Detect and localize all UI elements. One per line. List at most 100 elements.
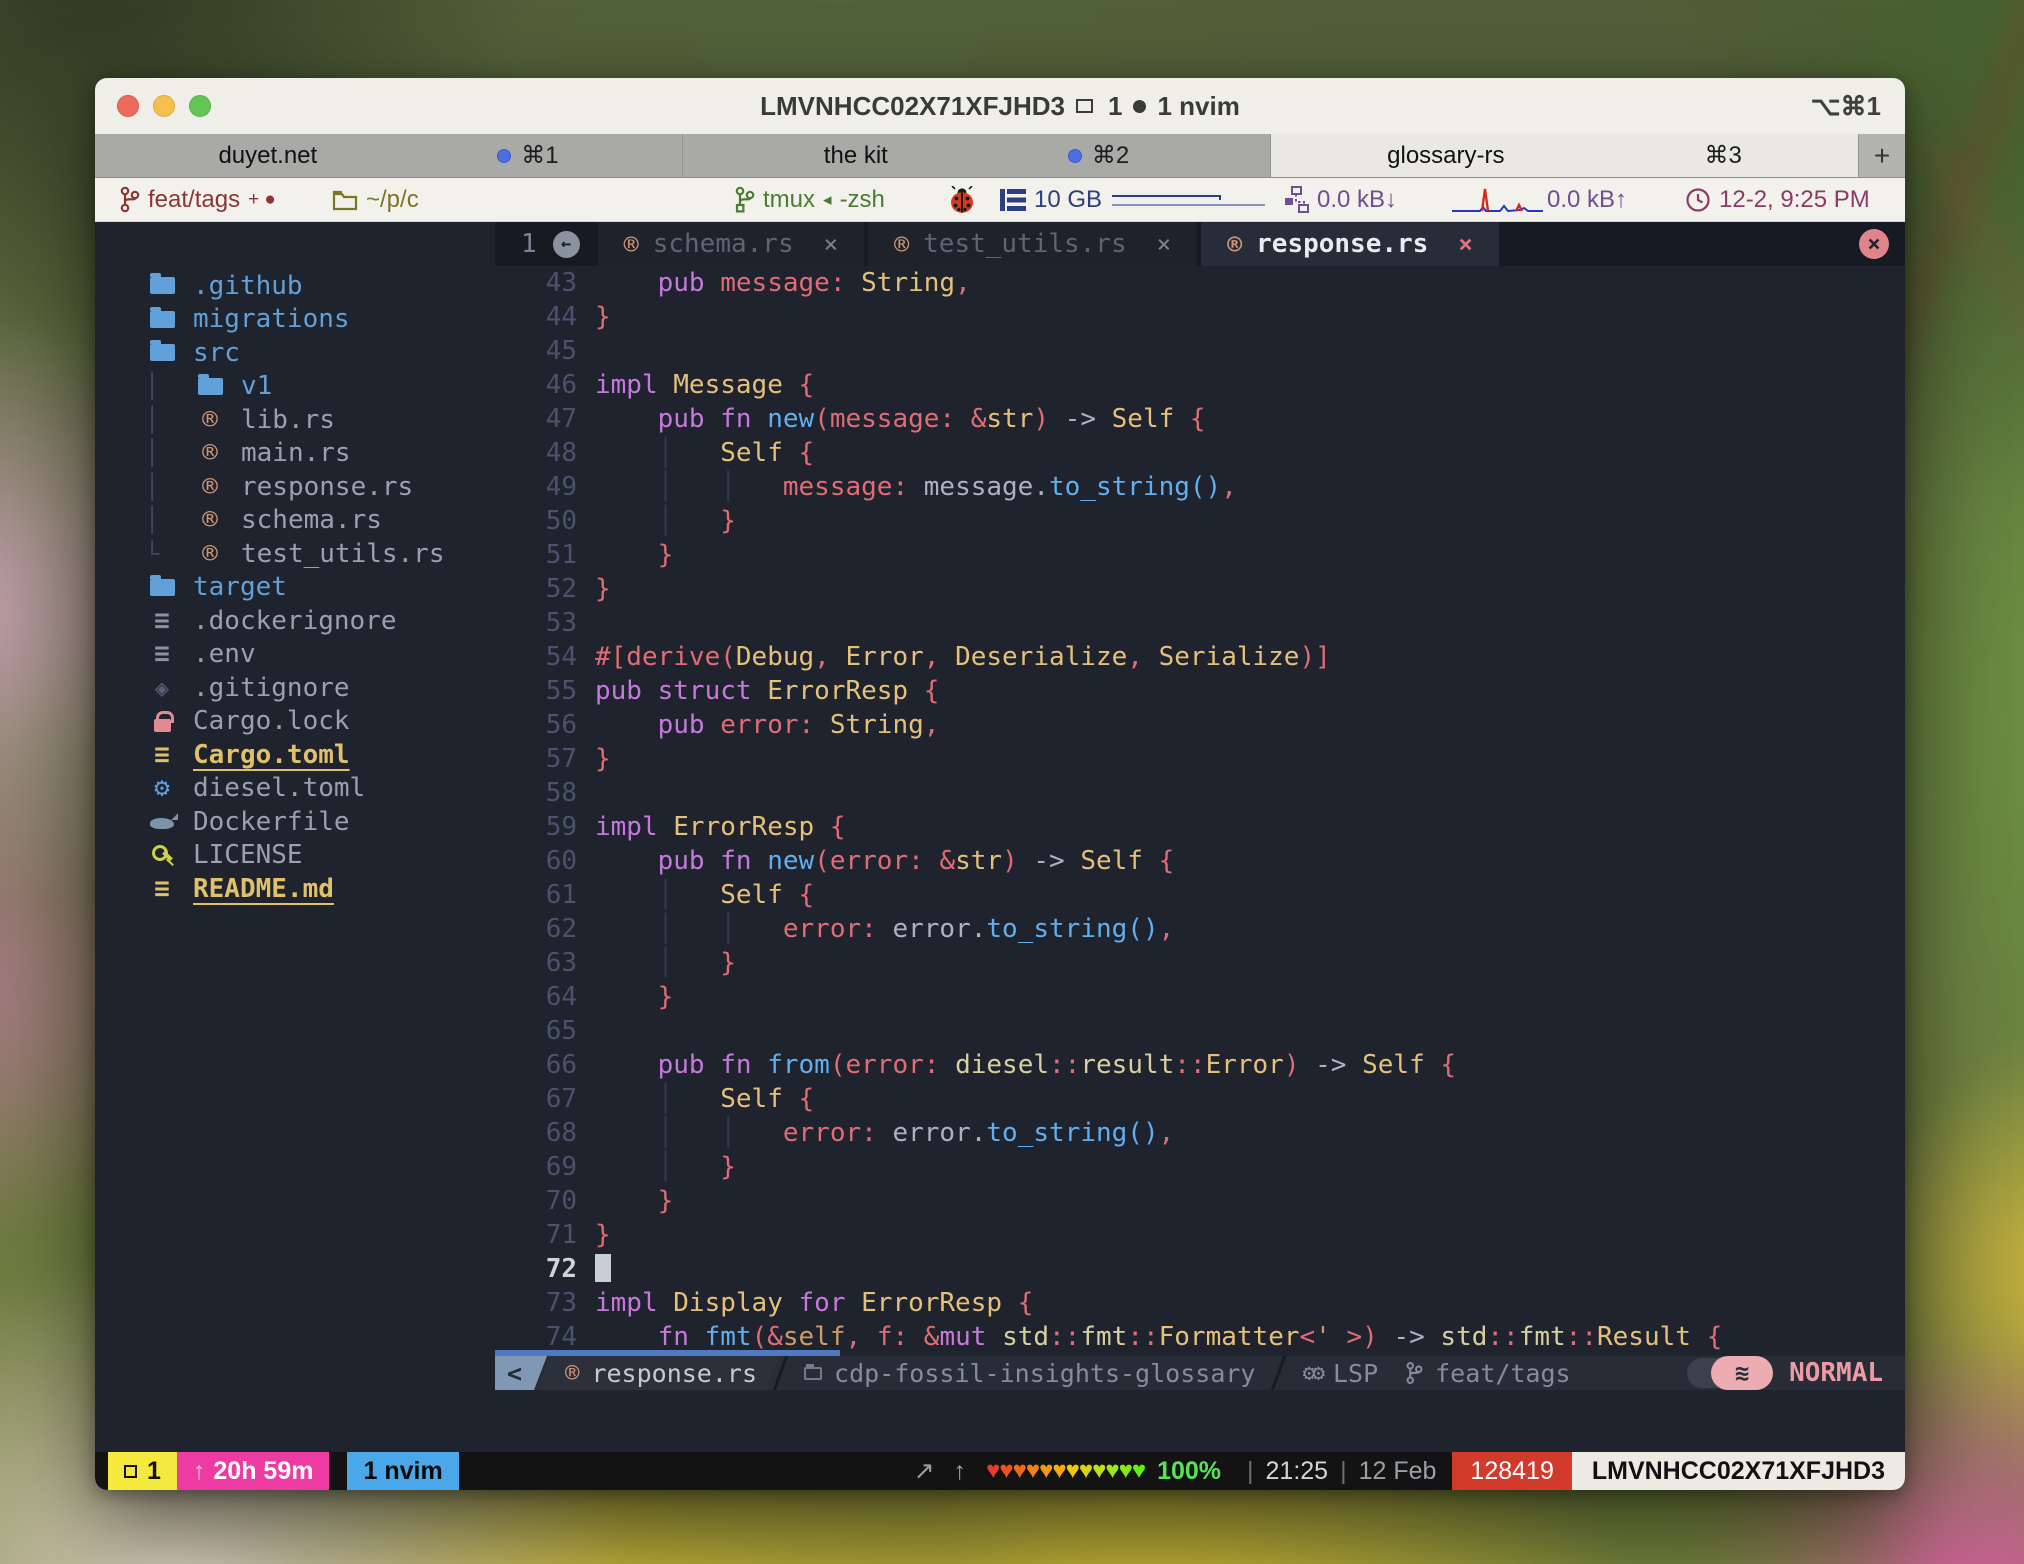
code-line-45[interactable]: 45: [495, 334, 1905, 368]
code-line-47[interactable]: 47 pub fn new(message: &str) -> Self {: [495, 402, 1905, 436]
session-item[interactable]: tmux ◂ -zsh: [735, 178, 885, 221]
git-branch-icon: [1406, 1361, 1423, 1385]
tree-item-label: .gitignore: [193, 673, 350, 703]
buffer-tab-schema[interactable]: ® schema.rs ×: [598, 222, 864, 266]
line-number: 69: [495, 1150, 595, 1184]
tree-item-src[interactable]: src: [95, 336, 495, 370]
memory-item[interactable]: 10 GB: [1000, 178, 1270, 221]
code-line-59[interactable]: 59impl ErrorResp {: [495, 810, 1905, 844]
tree-item-test-utils-rs[interactable]: └®test_utils.rs: [95, 537, 495, 571]
code-line-51[interactable]: 51 }: [495, 538, 1905, 572]
line-number: 44: [495, 300, 595, 334]
code-line-49[interactable]: 49 │ │ message: message.to_string(),: [495, 470, 1905, 504]
tree-item-response-rs[interactable]: │®response.rs: [95, 470, 495, 504]
line-number: 61: [495, 878, 595, 912]
code-line-68[interactable]: 68 │ │ error: error.to_string(),: [495, 1116, 1905, 1150]
tab-duyet-net[interactable]: duyet.net ⌘1: [95, 134, 683, 177]
code-line-52[interactable]: 52}: [495, 572, 1905, 606]
code-line-56[interactable]: 56 pub error: String,: [495, 708, 1905, 742]
code-line-70[interactable]: 70 }: [495, 1184, 1905, 1218]
rust-file-icon: ®: [1227, 230, 1242, 259]
code-line-72[interactable]: 72: [495, 1252, 1905, 1286]
tab-label: duyet.net: [218, 142, 317, 170]
close-buffer-icon[interactable]: ×: [1157, 230, 1171, 258]
tmux-session-name[interactable]: 1 nvim: [347, 1452, 458, 1490]
code-line-61[interactable]: 61 │ Self {: [495, 878, 1905, 912]
tree-item-diesel-toml[interactable]: ⚙diesel.toml: [95, 772, 495, 806]
zoom-window-button[interactable]: [189, 95, 211, 117]
window-session-label: 1 nvim: [1157, 91, 1239, 122]
code-line-46[interactable]: 46impl Message {: [495, 368, 1905, 402]
code-text: pub fn new(message: &str) -> Self {: [595, 402, 1206, 436]
close-buffer-icon[interactable]: ×: [824, 230, 838, 258]
minimize-window-button[interactable]: [153, 95, 175, 117]
code-line-74[interactable]: 74 fn fmt(&self, f: &mut std::fmt::Forma…: [495, 1320, 1905, 1350]
code-line-43[interactable]: 43 pub message: String,: [495, 266, 1905, 300]
code-line-66[interactable]: 66 pub fn from(error: diesel::result::Er…: [495, 1048, 1905, 1082]
code-line-53[interactable]: 53: [495, 606, 1905, 640]
code-text: [595, 1252, 611, 1286]
code-line-50[interactable]: 50 │ }: [495, 504, 1905, 538]
tree-item-target[interactable]: target: [95, 571, 495, 605]
code-line-58[interactable]: 58: [495, 776, 1905, 810]
code-line-69[interactable]: 69 │ }: [495, 1150, 1905, 1184]
code-text: pub fn new(error: &str) -> Self {: [595, 844, 1174, 878]
buffer-tab-test-utils[interactable]: ® test_utils.rs ×: [868, 222, 1197, 266]
code-line-63[interactable]: 63 │ }: [495, 946, 1905, 980]
window-title: LMVNHCC02X71XFJHD3 1 1 nvim: [760, 91, 1240, 122]
tree-item-cargo-toml[interactable]: ≡Cargo.toml: [95, 738, 495, 772]
network-down-item[interactable]: 0.0 kB↓: [1285, 178, 1397, 221]
tree-item--gitignore[interactable]: ◈.gitignore: [95, 671, 495, 705]
clock-item[interactable]: 12-2, 9:25 PM: [1685, 178, 1870, 221]
new-tab-button[interactable]: +: [1859, 134, 1905, 177]
tree-item--github[interactable]: .github: [95, 269, 495, 303]
network-up-item[interactable]: 0.0 kB↑: [1547, 178, 1627, 221]
tab-the-kit[interactable]: the kit ⌘2: [683, 134, 1271, 177]
rust-icon: ®: [193, 539, 227, 569]
tmux-status-bar: 1 ↑ 20h 59m 1 nvim ↗ ↑ ♥♥♥♥♥♥♥♥♥♥♥♥ 100%…: [95, 1452, 1905, 1490]
close-buffer-icon[interactable]: ×: [1458, 230, 1472, 258]
lock-icon: [145, 711, 179, 732]
tree-item-readme-md[interactable]: ≡README.md: [95, 872, 495, 906]
close-all-button[interactable]: ×: [1859, 229, 1889, 259]
tree-item--dockerignore[interactable]: ≡.dockerignore: [95, 604, 495, 638]
tree-item-lib-rs[interactable]: │®lib.rs: [95, 403, 495, 437]
tree-item-schema-rs[interactable]: │®schema.rs: [95, 504, 495, 538]
code-line-67[interactable]: 67 │ Self {: [495, 1082, 1905, 1116]
window-count: 1: [521, 229, 537, 259]
cwd-item[interactable]: ~/p/c: [332, 178, 419, 221]
lines-icon: ≡: [145, 606, 179, 636]
buffer-tab-response[interactable]: ® response.rs ×: [1201, 222, 1499, 266]
window-pane-count: 1: [1108, 91, 1122, 122]
code-line-62[interactable]: 62 │ │ error: error.to_string(),: [495, 912, 1905, 946]
code-line-57[interactable]: 57}: [495, 742, 1905, 776]
code-line-44[interactable]: 44}: [495, 300, 1905, 334]
scroll-left-icon[interactable]: ←: [553, 231, 580, 258]
git-status-item[interactable]: feat/tags + ●: [120, 178, 276, 221]
tree-item--env[interactable]: ≡.env: [95, 638, 495, 672]
code-line-71[interactable]: 71}: [495, 1218, 1905, 1252]
tree-item-cargo-lock[interactable]: Cargo.lock: [95, 705, 495, 739]
line-number: 62: [495, 912, 595, 946]
memory-icon: [1000, 188, 1026, 212]
tmux-uptime: ↑ 20h 59m: [177, 1452, 330, 1490]
tree-item-main-rs[interactable]: │®main.rs: [95, 437, 495, 471]
code-line-65[interactable]: 65: [495, 1014, 1905, 1048]
code-line-54[interactable]: 54#[derive(Debug, Error, Deserialize, Se…: [495, 640, 1905, 674]
tmux-window-index[interactable]: 1: [108, 1452, 177, 1490]
lines-icon: ≡: [145, 639, 179, 669]
tree-item-v1[interactable]: │v1: [95, 370, 495, 404]
code-line-64[interactable]: 64 }: [495, 980, 1905, 1014]
close-window-button[interactable]: [117, 95, 139, 117]
line-number: 64: [495, 980, 595, 1014]
code-line-73[interactable]: 73impl Display for ErrorResp {: [495, 1286, 1905, 1320]
code-editor[interactable]: 43 pub message: String,44}4546impl Messa…: [495, 266, 1905, 1350]
tab-glossary-rs[interactable]: glossary-rs ⌘3: [1271, 134, 1859, 177]
tree-item-license[interactable]: LICENSE: [95, 839, 495, 873]
heart-icon: ♥: [1092, 1457, 1105, 1484]
code-line-55[interactable]: 55pub struct ErrorResp {: [495, 674, 1905, 708]
tree-item-migrations[interactable]: migrations: [95, 303, 495, 337]
code-line-48[interactable]: 48 │ Self {: [495, 436, 1905, 470]
code-line-60[interactable]: 60 pub fn new(error: &str) -> Self {: [495, 844, 1905, 878]
tree-item-dockerfile[interactable]: Dockerfile: [95, 805, 495, 839]
